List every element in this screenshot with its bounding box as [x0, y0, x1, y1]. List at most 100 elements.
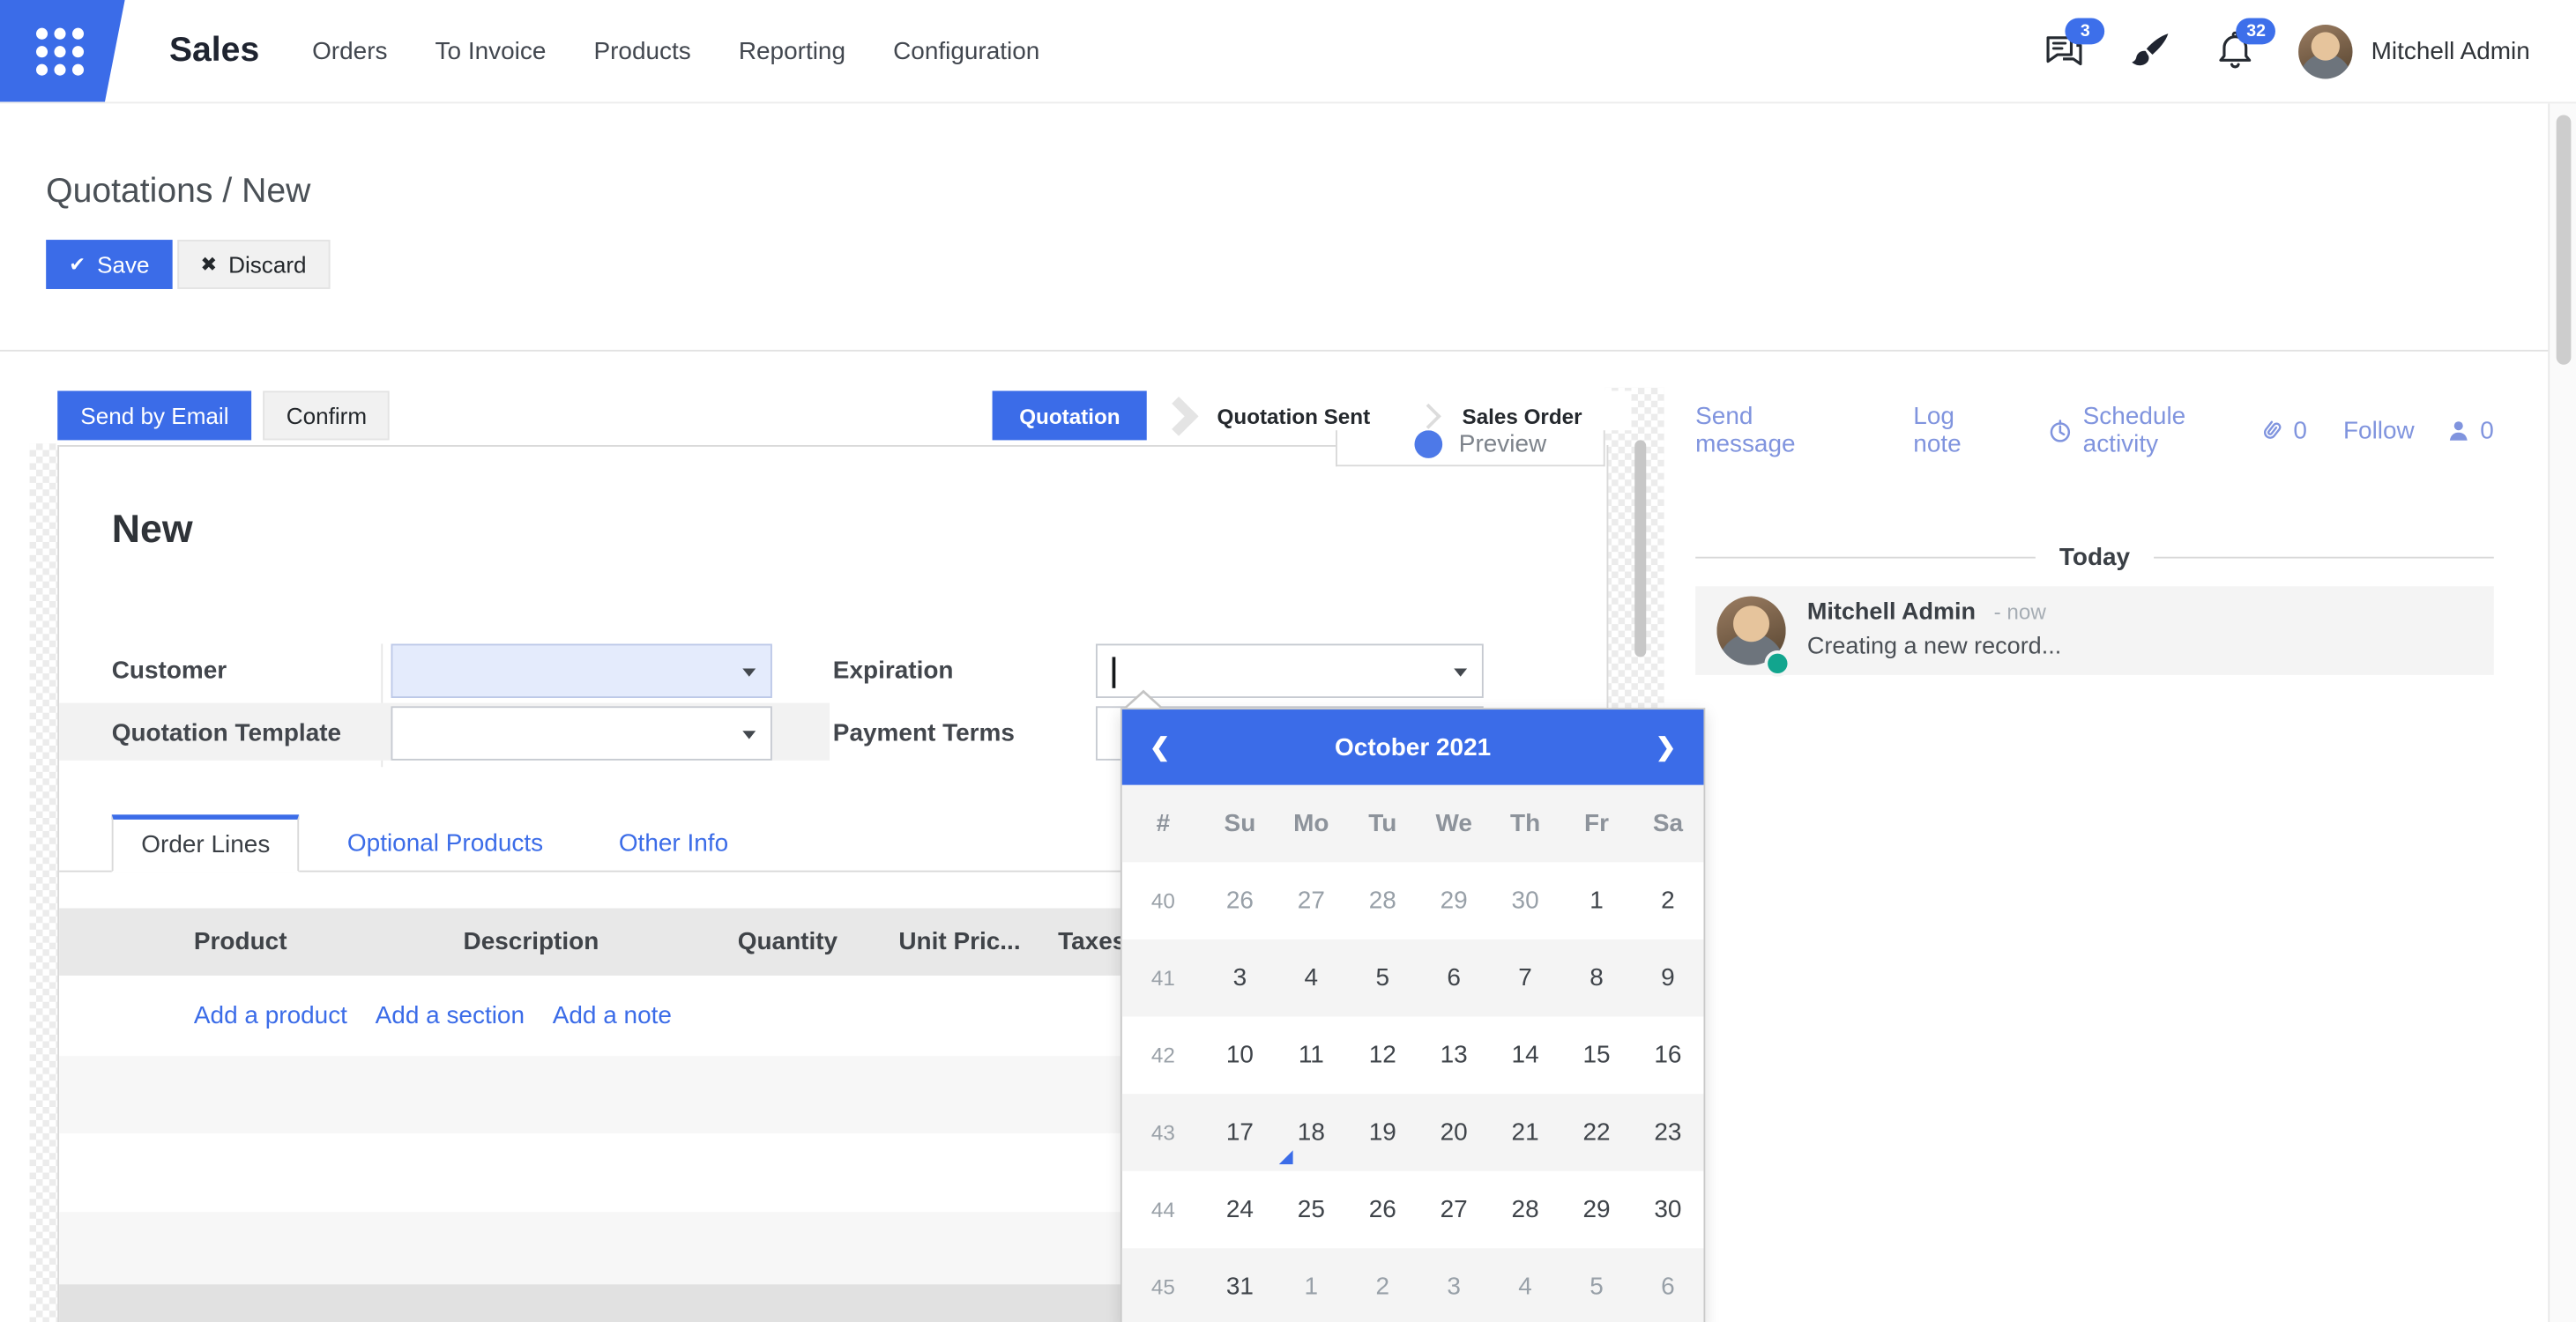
brush-button[interactable] — [2128, 29, 2172, 73]
stage-item[interactable]: Quotation Sent — [1146, 391, 1395, 441]
day-cell[interactable]: 1 — [1276, 1248, 1347, 1322]
notifications-button[interactable]: 32 — [2214, 29, 2258, 73]
day-cell[interactable]: 6 — [1632, 1248, 1703, 1322]
message-time: - now — [1994, 599, 2046, 624]
day-cell[interactable]: 15 — [1561, 1017, 1633, 1095]
breadcrumb[interactable]: Quotations / New — [46, 151, 310, 233]
stage-pipeline: QuotationQuotation SentSales Order — [993, 391, 1631, 441]
day-cell[interactable]: 24 — [1204, 1171, 1276, 1249]
discard-button[interactable]: ✖ Discard — [177, 240, 329, 289]
add-line-link[interactable]: Add a note — [553, 1002, 672, 1030]
app-title[interactable]: Sales — [169, 0, 259, 102]
day-cell[interactable]: 27 — [1418, 1171, 1490, 1249]
confirm-button[interactable]: Confirm — [264, 391, 391, 441]
add-line-link[interactable]: Add a section — [376, 1002, 525, 1030]
day-cell[interactable]: 21 — [1490, 1094, 1561, 1171]
day-cell[interactable]: 4 — [1490, 1248, 1561, 1322]
schedule-activity-link[interactable]: Schedule activity — [2047, 403, 2258, 458]
customer-field[interactable] — [391, 643, 772, 697]
nav-menu-item[interactable]: To Invoice — [436, 37, 547, 65]
messages-badge: 3 — [2066, 18, 2105, 44]
day-cell-today[interactable]: 18 — [1276, 1094, 1347, 1171]
column-header[interactable]: Taxes — [1058, 909, 1126, 976]
log-note-link[interactable]: Log note — [1913, 403, 2004, 458]
day-cell[interactable]: 22 — [1561, 1094, 1633, 1171]
day-cell[interactable]: 13 — [1418, 1017, 1490, 1095]
day-cell[interactable]: 12 — [1347, 1017, 1418, 1095]
column-header[interactable]: Unit Pric... — [898, 909, 1020, 976]
day-cell[interactable]: 17 — [1204, 1094, 1276, 1171]
column-header[interactable]: Product — [194, 909, 287, 976]
datepicker-title[interactable]: October 2021 — [1198, 733, 1628, 761]
page-scrollbar-thumb[interactable] — [2557, 115, 2572, 364]
day-cell[interactable]: 29 — [1418, 862, 1490, 940]
dow-label: We — [1418, 810, 1490, 838]
nav-menu-item[interactable]: Products — [593, 37, 690, 65]
notebook-tab[interactable]: Order Lines — [112, 814, 300, 872]
next-month-button[interactable]: ❯ — [1628, 731, 1704, 763]
user-menu[interactable]: Mitchell Admin — [2299, 24, 2530, 78]
message-author[interactable]: Mitchell Admin — [1807, 599, 1976, 626]
day-cell[interactable]: 28 — [1347, 862, 1418, 940]
send-by-email-button[interactable]: Send by Email — [57, 391, 251, 441]
person-icon — [2444, 416, 2472, 444]
messages-button[interactable]: 3 — [2043, 29, 2087, 73]
day-cell[interactable]: 14 — [1490, 1017, 1561, 1095]
day-cell[interactable]: 3 — [1418, 1248, 1490, 1322]
apps-menu-button[interactable] — [0, 0, 125, 102]
day-cell[interactable]: 2 — [1632, 862, 1703, 940]
notebook-tab[interactable]: Other Info — [591, 814, 756, 872]
stage-item[interactable]: Sales Order — [1395, 391, 1606, 441]
quotation-template-field[interactable] — [391, 706, 772, 760]
day-cell[interactable]: 31 — [1204, 1248, 1276, 1322]
prev-month-button[interactable]: ❮ — [1122, 731, 1198, 763]
paintbrush-icon — [2128, 29, 2172, 73]
day-cell[interactable]: 28 — [1490, 1171, 1561, 1249]
day-cell[interactable]: 5 — [1561, 1248, 1633, 1322]
main-menu: Orders To Invoice Products Reporting Configu… — [312, 0, 1039, 102]
add-line-link[interactable]: Add a product — [194, 1002, 347, 1030]
stage-item[interactable]: Quotation — [993, 391, 1146, 441]
day-cell[interactable]: 27 — [1276, 862, 1347, 940]
day-cell[interactable]: 19 — [1347, 1094, 1418, 1171]
day-cell[interactable]: 29 — [1561, 1171, 1633, 1249]
day-cell[interactable]: 7 — [1490, 940, 1561, 1017]
day-cell[interactable]: 9 — [1632, 940, 1703, 1017]
calendar-week-row: 4531123456 — [1122, 1248, 1704, 1322]
column-header[interactable]: Description — [464, 909, 599, 976]
day-cell[interactable]: 2 — [1347, 1248, 1418, 1322]
text-cursor — [1113, 657, 1115, 687]
day-cell[interactable]: 30 — [1632, 1171, 1703, 1249]
save-button[interactable]: ✔ Save — [46, 240, 172, 289]
day-cell[interactable]: 1 — [1561, 862, 1633, 940]
nav-menu-item[interactable]: Orders — [312, 37, 387, 65]
day-cell[interactable]: 30 — [1490, 862, 1561, 940]
followers-button[interactable]: 0 — [2444, 416, 2494, 444]
day-cell[interactable]: 26 — [1347, 1171, 1418, 1249]
form-scrollbar-thumb[interactable] — [1634, 440, 1646, 657]
day-cell[interactable]: 8 — [1561, 940, 1633, 1017]
column-header[interactable]: Quantity — [738, 909, 838, 976]
notebook-tab[interactable]: Optional Products — [319, 814, 571, 872]
notebook-tabs: Order Lines Optional Products Other Info — [112, 814, 756, 872]
day-cell[interactable]: 26 — [1204, 862, 1276, 940]
attachments-button[interactable]: 0 — [2257, 416, 2307, 444]
day-cell[interactable]: 6 — [1418, 940, 1490, 1017]
send-message-link[interactable]: Send message — [1695, 403, 1850, 458]
dow-label: Tu — [1347, 810, 1418, 838]
day-cell[interactable]: 25 — [1276, 1171, 1347, 1249]
day-cell[interactable]: 23 — [1632, 1094, 1703, 1171]
follow-link[interactable]: Follow — [2343, 416, 2415, 444]
nav-menu-item[interactable]: Configuration — [893, 37, 1039, 65]
day-cell[interactable]: 11 — [1276, 1017, 1347, 1095]
chevron-down-icon — [742, 731, 756, 739]
week-number: 40 — [1122, 862, 1204, 940]
nav-menu-item[interactable]: Reporting — [739, 37, 845, 65]
day-cell[interactable]: 16 — [1632, 1017, 1703, 1095]
day-cell[interactable]: 3 — [1204, 940, 1276, 1017]
today-label: Today — [2059, 544, 2130, 572]
day-cell[interactable]: 5 — [1347, 940, 1418, 1017]
day-cell[interactable]: 10 — [1204, 1017, 1276, 1095]
day-cell[interactable]: 4 — [1276, 940, 1347, 1017]
day-cell[interactable]: 20 — [1418, 1094, 1490, 1171]
